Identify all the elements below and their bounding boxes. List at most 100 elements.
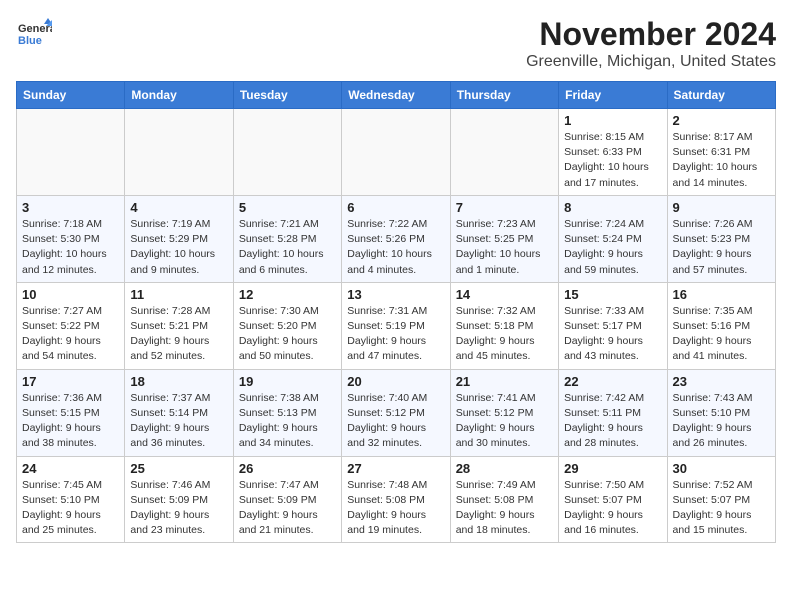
- day-number: 6: [347, 200, 444, 215]
- day-number: 26: [239, 461, 336, 476]
- day-of-week-header: Saturday: [667, 82, 775, 109]
- calendar-cell: 8 Sunrise: 7:24 AM Sunset: 5:24 PM Daylig…: [559, 195, 667, 282]
- day-info: Sunrise: 7:45 AM Sunset: 5:10 PM Dayligh…: [22, 478, 119, 539]
- calendar-cell: 26 Sunrise: 7:47 AM Sunset: 5:09 PM Dayli…: [233, 456, 341, 543]
- calendar-cell: 9 Sunrise: 7:26 AM Sunset: 5:23 PM Daylig…: [667, 195, 775, 282]
- general-blue-logo-icon: General Blue: [16, 16, 52, 52]
- svg-text:Blue: Blue: [18, 35, 42, 47]
- day-info: Sunrise: 7:26 AM Sunset: 5:23 PM Dayligh…: [673, 217, 770, 278]
- calendar-cell: 13 Sunrise: 7:31 AM Sunset: 5:19 PM Dayli…: [342, 282, 450, 369]
- calendar-cell: 22 Sunrise: 7:42 AM Sunset: 5:11 PM Dayli…: [559, 369, 667, 456]
- day-number: 16: [673, 287, 770, 302]
- calendar-cell: [450, 109, 558, 196]
- svg-text:General: General: [18, 23, 52, 35]
- day-info: Sunrise: 8:15 AM Sunset: 6:33 PM Dayligh…: [564, 130, 661, 191]
- day-number: 13: [347, 287, 444, 302]
- day-number: 21: [456, 374, 553, 389]
- day-number: 7: [456, 200, 553, 215]
- day-info: Sunrise: 7:49 AM Sunset: 5:08 PM Dayligh…: [456, 478, 553, 539]
- logo: General Blue: [16, 16, 52, 52]
- day-of-week-header: Monday: [125, 82, 233, 109]
- calendar-cell: 23 Sunrise: 7:43 AM Sunset: 5:10 PM Dayli…: [667, 369, 775, 456]
- calendar-table: SundayMondayTuesdayWednesdayThursdayFrid…: [16, 81, 776, 543]
- day-info: Sunrise: 7:48 AM Sunset: 5:08 PM Dayligh…: [347, 478, 444, 539]
- day-info: Sunrise: 7:22 AM Sunset: 5:26 PM Dayligh…: [347, 217, 444, 278]
- calendar-cell: 16 Sunrise: 7:35 AM Sunset: 5:16 PM Dayli…: [667, 282, 775, 369]
- day-info: Sunrise: 7:27 AM Sunset: 5:22 PM Dayligh…: [22, 304, 119, 365]
- day-of-week-header: Thursday: [450, 82, 558, 109]
- calendar-cell: 30 Sunrise: 7:52 AM Sunset: 5:07 PM Dayli…: [667, 456, 775, 543]
- calendar-cell: 4 Sunrise: 7:19 AM Sunset: 5:29 PM Daylig…: [125, 195, 233, 282]
- day-info: Sunrise: 7:19 AM Sunset: 5:29 PM Dayligh…: [130, 217, 227, 278]
- calendar-cell: 10 Sunrise: 7:27 AM Sunset: 5:22 PM Dayli…: [17, 282, 125, 369]
- calendar-cell: [233, 109, 341, 196]
- day-number: 24: [22, 461, 119, 476]
- day-info: Sunrise: 7:40 AM Sunset: 5:12 PM Dayligh…: [347, 391, 444, 452]
- day-number: 12: [239, 287, 336, 302]
- day-number: 9: [673, 200, 770, 215]
- day-info: Sunrise: 7:46 AM Sunset: 5:09 PM Dayligh…: [130, 478, 227, 539]
- day-number: 23: [673, 374, 770, 389]
- day-number: 14: [456, 287, 553, 302]
- calendar-cell: 20 Sunrise: 7:40 AM Sunset: 5:12 PM Dayli…: [342, 369, 450, 456]
- day-number: 17: [22, 374, 119, 389]
- calendar-cell: 5Sunrise: 7:21 AM Sunset: 5:28 PM Daylig…: [233, 195, 341, 282]
- day-number: 15: [564, 287, 661, 302]
- day-info: Sunrise: 7:47 AM Sunset: 5:09 PM Dayligh…: [239, 478, 336, 539]
- calendar-cell: 11Sunrise: 7:28 AM Sunset: 5:21 PM Dayli…: [125, 282, 233, 369]
- location-title: Greenville, Michigan, United States: [526, 53, 776, 71]
- calendar-header-row: SundayMondayTuesdayWednesdayThursdayFrid…: [17, 82, 776, 109]
- day-info: Sunrise: 7:50 AM Sunset: 5:07 PM Dayligh…: [564, 478, 661, 539]
- calendar-cell: [125, 109, 233, 196]
- calendar-cell: 18 Sunrise: 7:37 AM Sunset: 5:14 PM Dayli…: [125, 369, 233, 456]
- day-number: 25: [130, 461, 227, 476]
- day-info: Sunrise: 7:43 AM Sunset: 5:10 PM Dayligh…: [673, 391, 770, 452]
- calendar-cell: [17, 109, 125, 196]
- day-number: 27: [347, 461, 444, 476]
- calendar-week-row: 10 Sunrise: 7:27 AM Sunset: 5:22 PM Dayli…: [17, 282, 776, 369]
- day-number: 10: [22, 287, 119, 302]
- calendar-cell: 6 Sunrise: 7:22 AM Sunset: 5:26 PM Daylig…: [342, 195, 450, 282]
- calendar-week-row: 1Sunrise: 8:15 AM Sunset: 6:33 PM Daylig…: [17, 109, 776, 196]
- day-number: 18: [130, 374, 227, 389]
- day-number: 5: [239, 200, 336, 215]
- day-of-week-header: Wednesday: [342, 82, 450, 109]
- day-number: 20: [347, 374, 444, 389]
- day-of-week-header: Friday: [559, 82, 667, 109]
- day-info: Sunrise: 7:35 AM Sunset: 5:16 PM Dayligh…: [673, 304, 770, 365]
- calendar-week-row: 24 Sunrise: 7:45 AM Sunset: 5:10 PM Dayli…: [17, 456, 776, 543]
- calendar-cell: 14 Sunrise: 7:32 AM Sunset: 5:18 PM Dayli…: [450, 282, 558, 369]
- day-number: 22: [564, 374, 661, 389]
- day-info: Sunrise: 7:31 AM Sunset: 5:19 PM Dayligh…: [347, 304, 444, 365]
- title-area: November 2024 Greenville, Michigan, Unit…: [526, 16, 776, 71]
- day-info: Sunrise: 7:33 AM Sunset: 5:17 PM Dayligh…: [564, 304, 661, 365]
- calendar-week-row: 17 Sunrise: 7:36 AM Sunset: 5:15 PM Dayli…: [17, 369, 776, 456]
- calendar-cell: 25 Sunrise: 7:46 AM Sunset: 5:09 PM Dayli…: [125, 456, 233, 543]
- calendar-cell: 24 Sunrise: 7:45 AM Sunset: 5:10 PM Dayli…: [17, 456, 125, 543]
- calendar-week-row: 3Sunrise: 7:18 AM Sunset: 5:30 PM Daylig…: [17, 195, 776, 282]
- day-of-week-header: Sunday: [17, 82, 125, 109]
- day-number: 19: [239, 374, 336, 389]
- day-info: Sunrise: 7:42 AM Sunset: 5:11 PM Dayligh…: [564, 391, 661, 452]
- day-info: Sunrise: 8:17 AM Sunset: 6:31 PM Dayligh…: [673, 130, 770, 191]
- day-info: Sunrise: 7:41 AM Sunset: 5:12 PM Dayligh…: [456, 391, 553, 452]
- day-number: 29: [564, 461, 661, 476]
- day-number: 4: [130, 200, 227, 215]
- calendar-cell: 27 Sunrise: 7:48 AM Sunset: 5:08 PM Dayli…: [342, 456, 450, 543]
- calendar-cell: 29 Sunrise: 7:50 AM Sunset: 5:07 PM Dayli…: [559, 456, 667, 543]
- day-info: Sunrise: 7:36 AM Sunset: 5:15 PM Dayligh…: [22, 391, 119, 452]
- day-info: Sunrise: 7:52 AM Sunset: 5:07 PM Dayligh…: [673, 478, 770, 539]
- calendar-cell: 12 Sunrise: 7:30 AM Sunset: 5:20 PM Dayli…: [233, 282, 341, 369]
- calendar-cell: 2Sunrise: 8:17 AM Sunset: 6:31 PM Daylig…: [667, 109, 775, 196]
- calendar-cell: 3Sunrise: 7:18 AM Sunset: 5:30 PM Daylig…: [17, 195, 125, 282]
- day-number: 8: [564, 200, 661, 215]
- day-info: Sunrise: 7:32 AM Sunset: 5:18 PM Dayligh…: [456, 304, 553, 365]
- calendar-header: General Blue November 2024 Greenville, M…: [16, 16, 776, 71]
- day-info: Sunrise: 7:24 AM Sunset: 5:24 PM Dayligh…: [564, 217, 661, 278]
- month-title: November 2024: [526, 16, 776, 53]
- day-number: 30: [673, 461, 770, 476]
- day-info: Sunrise: 7:30 AM Sunset: 5:20 PM Dayligh…: [239, 304, 336, 365]
- day-info: Sunrise: 7:37 AM Sunset: 5:14 PM Dayligh…: [130, 391, 227, 452]
- day-info: Sunrise: 7:23 AM Sunset: 5:25 PM Dayligh…: [456, 217, 553, 278]
- day-number: 28: [456, 461, 553, 476]
